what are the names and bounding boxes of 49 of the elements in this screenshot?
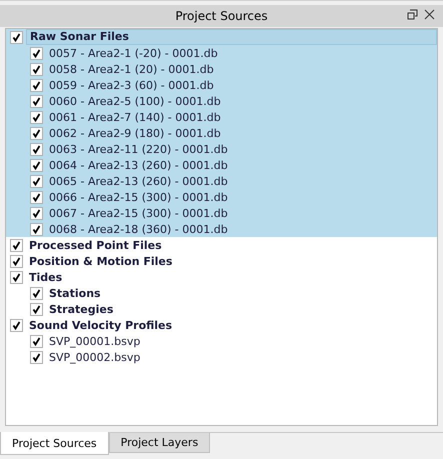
tree-item[interactable]: 0060 - Area2-5 (100) - 0001.db bbox=[49, 94, 221, 108]
checkbox[interactable] bbox=[10, 254, 23, 268]
checkbox[interactable] bbox=[30, 350, 43, 364]
checkbox[interactable] bbox=[30, 46, 43, 60]
tree-item[interactable]: 0068 - Area2-18 (360) - 0001.db bbox=[49, 222, 228, 236]
checkbox[interactable] bbox=[10, 270, 23, 284]
checkmark-icon bbox=[12, 320, 21, 330]
tree-item[interactable]: Strategies bbox=[49, 302, 114, 316]
checkbox[interactable] bbox=[30, 110, 43, 124]
checkbox[interactable] bbox=[30, 302, 43, 316]
checkmark-icon bbox=[12, 32, 21, 42]
checkbox[interactable] bbox=[30, 222, 43, 236]
tree-item[interactable]: 0065 - Area2-13 (260) - 0001.db bbox=[49, 174, 228, 188]
tree-item[interactable]: Tides bbox=[29, 270, 62, 284]
tree-item[interactable]: 0062 - Area2-9 (180) - 0001.db bbox=[49, 126, 221, 140]
tree-item[interactable]: 0067 - Area2-15 (300) - 0001.db bbox=[49, 206, 228, 220]
close-icon[interactable] bbox=[424, 9, 435, 20]
tree-item[interactable]: 0064 - Area2-13 (260) - 0001.db bbox=[49, 158, 228, 172]
restore-icon[interactable] bbox=[407, 9, 418, 20]
tree-item[interactable]: Raw Sonar Files bbox=[26, 29, 437, 45]
tree-item[interactable]: 0061 - Area2-7 (140) - 0001.db bbox=[49, 110, 221, 124]
checkbox[interactable] bbox=[10, 30, 23, 44]
panel-title: Project Sources bbox=[175, 9, 268, 23]
tree-item[interactable]: SVP_00001.bsvp bbox=[49, 334, 140, 348]
tree-item[interactable]: 0066 - Area2-15 (300) - 0001.db bbox=[49, 190, 228, 204]
checkbox[interactable] bbox=[30, 62, 43, 76]
tree-item[interactable]: Position & Motion Files bbox=[29, 254, 172, 268]
checkbox[interactable] bbox=[30, 94, 43, 108]
tree-item[interactable]: Sound Velocity Profiles bbox=[29, 318, 172, 332]
tree-item[interactable]: 0058 - Area2-1 (20) - 0001.db bbox=[49, 62, 214, 76]
checkbox[interactable] bbox=[10, 318, 23, 332]
tree-item[interactable]: 0059 - Area2-3 (60) - 0001.db bbox=[49, 78, 214, 92]
tree-item[interactable]: SVP_00002.bsvp bbox=[49, 350, 140, 364]
checkbox[interactable] bbox=[30, 286, 43, 300]
checkbox[interactable] bbox=[30, 142, 43, 156]
tree-item[interactable]: 0063 - Area2-11 (220) - 0001.db bbox=[49, 142, 228, 156]
checkbox[interactable] bbox=[30, 190, 43, 204]
tab[interactable]: Project Sources bbox=[0, 432, 109, 455]
checkbox[interactable] bbox=[30, 174, 43, 188]
tree-item[interactable]: 0057 - Area2-1 (-20) - 0001.db bbox=[49, 46, 218, 60]
tab[interactable]: Project Layers bbox=[108, 433, 210, 453]
tree-item[interactable]: Processed Point Files bbox=[29, 238, 162, 252]
checkbox[interactable] bbox=[30, 126, 43, 140]
tree-item[interactable]: Stations bbox=[49, 286, 101, 300]
checkbox[interactable] bbox=[10, 238, 23, 252]
checkbox[interactable] bbox=[30, 334, 43, 348]
checkbox[interactable] bbox=[30, 206, 43, 220]
checkbox[interactable] bbox=[30, 78, 43, 92]
checkbox[interactable] bbox=[30, 158, 43, 172]
